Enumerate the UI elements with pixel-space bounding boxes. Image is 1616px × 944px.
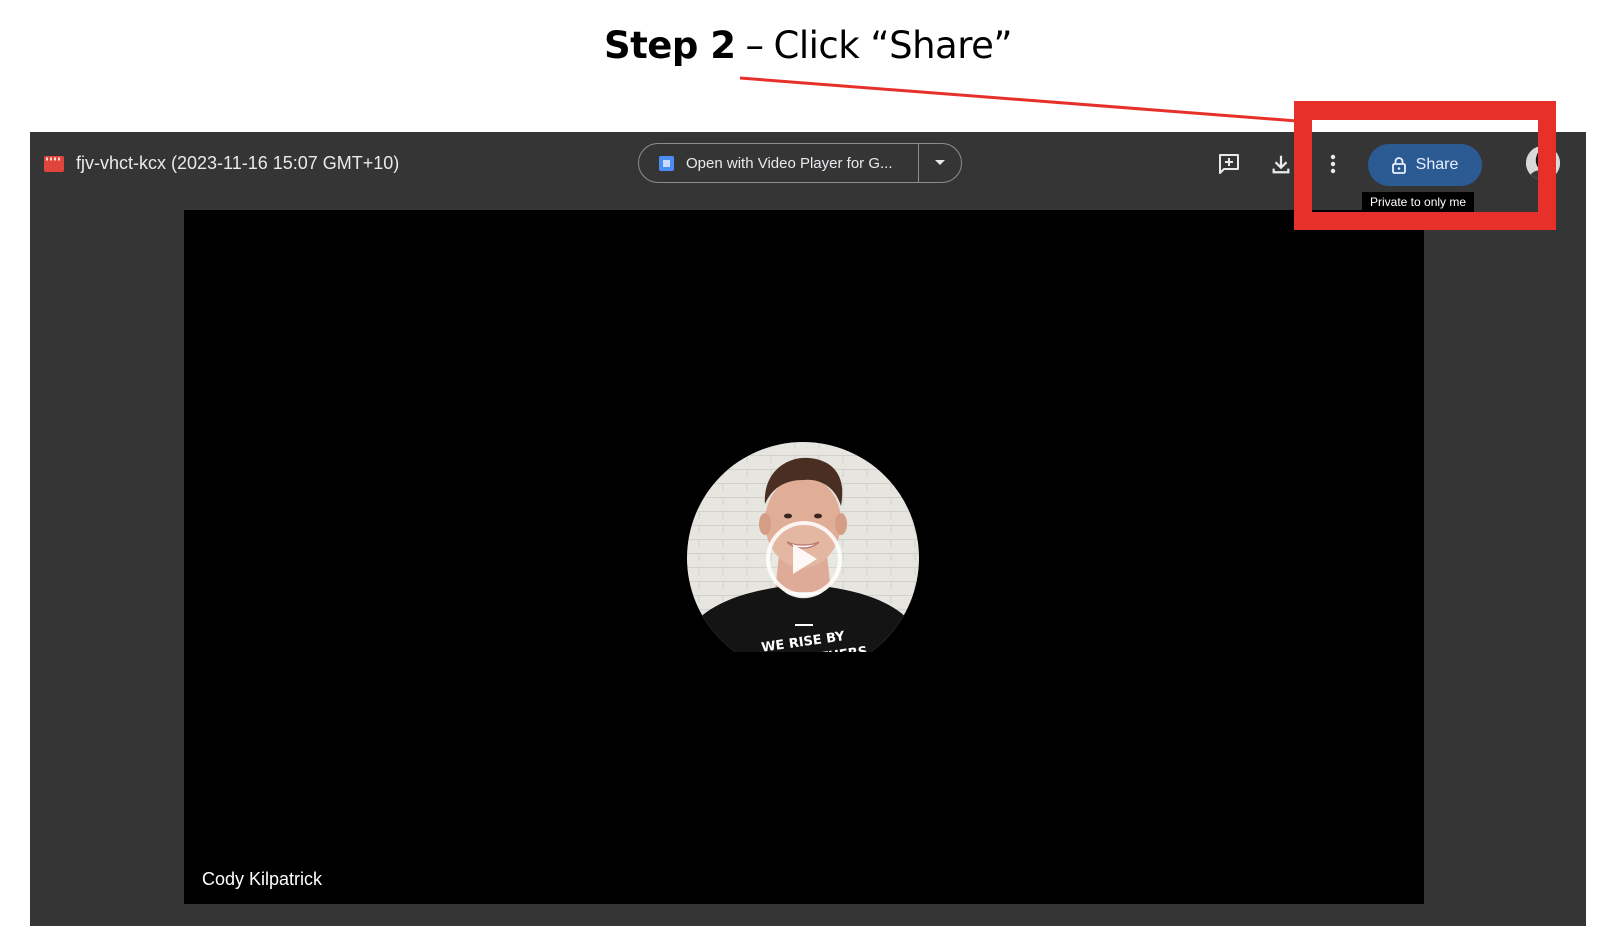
- video-player-app-icon: [659, 155, 674, 171]
- speaker-name-label: Cody Kilpatrick: [202, 869, 323, 889]
- add-comment-button[interactable]: [1215, 150, 1243, 178]
- download-icon: [1272, 155, 1290, 174]
- video-player[interactable]: WE RISE BY LIFTING OTHERS Cody Kilpatric…: [184, 210, 1424, 904]
- lock-icon: [1391, 156, 1406, 174]
- annotation-pointer-line: [739, 76, 1311, 124]
- add-comment-icon: [1219, 154, 1239, 174]
- step-instruction: Click “Share”: [773, 24, 1013, 67]
- more-vert-icon: [1330, 154, 1336, 174]
- step-heading: Step 2– Click “Share”: [0, 24, 1616, 67]
- video-file-icon: [44, 156, 64, 172]
- play-icon: [793, 544, 817, 574]
- more-actions-button[interactable]: [1319, 150, 1347, 178]
- share-button-label: Share: [1415, 156, 1459, 173]
- play-button[interactable]: [766, 521, 842, 597]
- thumbnail-bottom-mask: [687, 652, 919, 682]
- step-dash: –: [745, 24, 765, 67]
- file-title: fjv-vhct-kcx (2023-11-16 15:07 GMT+10): [76, 153, 400, 173]
- step-number: Step 2: [603, 24, 736, 67]
- open-with-label: Open with Video Player for G...: [686, 154, 893, 172]
- open-with-split-button: Open with Video Player for G...: [638, 143, 962, 183]
- share-button[interactable]: Share: [1368, 144, 1482, 186]
- caret-down-icon: [935, 160, 945, 165]
- person-avatar-icon: [1526, 146, 1560, 180]
- download-button[interactable]: [1267, 150, 1295, 178]
- share-tooltip: Private to only me: [1362, 192, 1475, 212]
- account-avatar[interactable]: [1526, 146, 1560, 180]
- viewer-toolbar: fjv-vhct-kcx (2023-11-16 15:07 GMT+10) O…: [30, 132, 1586, 212]
- open-with-dropdown-button[interactable]: [919, 144, 961, 182]
- open-with-button[interactable]: Open with Video Player for G...: [639, 144, 919, 182]
- file-viewer: fjv-vhct-kcx (2023-11-16 15:07 GMT+10) O…: [30, 132, 1586, 926]
